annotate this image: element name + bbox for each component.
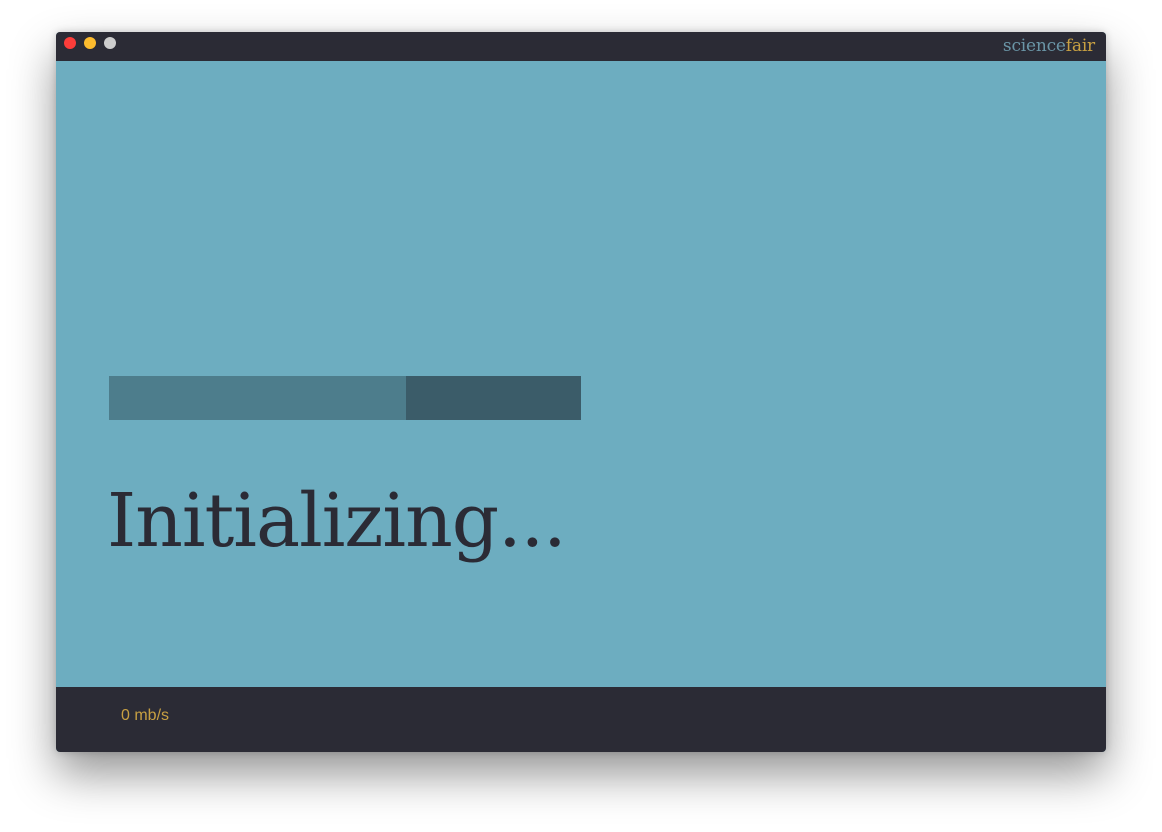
app-logo: sciencefair [1003, 35, 1095, 57]
progress-bar [109, 376, 581, 420]
minimize-icon[interactable] [84, 37, 96, 49]
app-window: sciencefair Initializing... 0 mb/s [56, 32, 1106, 752]
close-icon[interactable] [64, 37, 76, 49]
status-message: Initializing... [107, 478, 567, 564]
footer-bar: 0 mb/s [56, 687, 1106, 752]
logo-text-fair: fair [1065, 36, 1095, 56]
download-speed: 0 mb/s [121, 707, 170, 724]
logo-text-science: science [1002, 36, 1066, 56]
progress-bar-fill [109, 376, 407, 420]
maximize-icon[interactable] [104, 37, 116, 49]
title-bar[interactable]: sciencefair [56, 32, 1106, 61]
main-content: Initializing... [56, 61, 1106, 687]
